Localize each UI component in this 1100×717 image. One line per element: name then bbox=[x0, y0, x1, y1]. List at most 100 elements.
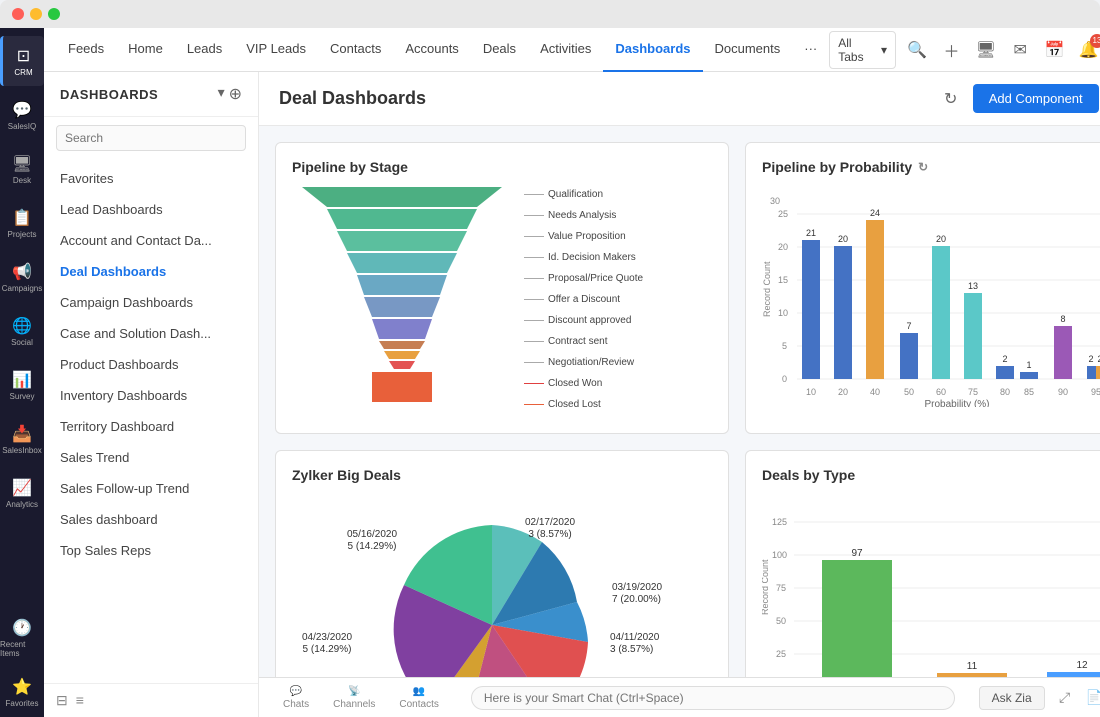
sidebar-list-view-button[interactable]: ≡ bbox=[76, 692, 84, 709]
maximize-button[interactable] bbox=[48, 8, 60, 20]
svg-text:11: 11 bbox=[967, 661, 978, 672]
sidebar-item-campaigns[interactable]: 📢 Campaigns bbox=[0, 252, 44, 302]
sidebar-search-input[interactable] bbox=[56, 125, 246, 151]
nav-dashboards[interactable]: Dashboards bbox=[603, 28, 702, 72]
sidebar-list: Favorites Lead Dashboards Account and Co… bbox=[44, 159, 258, 683]
svg-text:97: 97 bbox=[851, 548, 863, 559]
funnel-chart bbox=[292, 187, 512, 417]
close-button[interactable] bbox=[12, 8, 24, 20]
svg-text:20: 20 bbox=[778, 242, 788, 252]
svg-text:25: 25 bbox=[776, 649, 786, 659]
sidebar-footer: ⊟ ≡ bbox=[44, 683, 258, 717]
sidebar-item-recent[interactable]: 🕐 Recent Items bbox=[0, 613, 44, 663]
pipeline-by-probability-content: 0 5 10 15 20 25 30 Record Count bbox=[762, 187, 1100, 417]
mail-button[interactable]: ✉ bbox=[1007, 36, 1033, 64]
sidebar-item-crm[interactable]: ⊡ CRM bbox=[0, 36, 44, 86]
add-button[interactable]: ＋ bbox=[938, 36, 964, 64]
sidebar-item-favorites[interactable]: Favorites bbox=[44, 163, 258, 194]
sidebar-item-territory-dashboard[interactable]: Territory Dashboard bbox=[44, 411, 258, 442]
svg-text:7: 7 bbox=[906, 321, 911, 331]
bottom-right-icons: ⤢ 📄 ⬇ ✕ bbox=[1053, 686, 1100, 710]
sidebar-item-projects[interactable]: 📋 Projects bbox=[0, 198, 44, 248]
sidebar-item-sales-followup[interactable]: Sales Follow-up Trend bbox=[44, 473, 258, 504]
svg-text:50: 50 bbox=[776, 616, 786, 626]
svg-text:40: 40 bbox=[870, 387, 880, 397]
sidebar-item-sales-dashboard[interactable]: Sales dashboard bbox=[44, 504, 258, 535]
sidebar-item-inventory-dashboards[interactable]: Inventory Dashboards bbox=[44, 380, 258, 411]
svg-text:5: 5 bbox=[782, 341, 787, 351]
nav-home[interactable]: Home bbox=[116, 28, 175, 72]
sidebar-expand-button[interactable]: ▾ bbox=[218, 84, 225, 104]
nav-leads[interactable]: Leads bbox=[175, 28, 234, 72]
notifications-button[interactable]: 🔔 13 bbox=[1076, 36, 1100, 64]
desk-icon: 🖥 bbox=[12, 154, 32, 174]
refresh-button[interactable]: ↻ bbox=[937, 85, 965, 113]
svg-text:8: 8 bbox=[1060, 314, 1065, 324]
nav-accounts[interactable]: Accounts bbox=[393, 28, 470, 72]
sidebar-item-salesinbox[interactable]: 📥 SalesInbox bbox=[0, 414, 44, 464]
svg-text:24: 24 bbox=[870, 208, 880, 218]
sidebar-item-deal-dashboards[interactable]: Deal Dashboards bbox=[44, 256, 258, 287]
sidebar-item-case-solution[interactable]: Case and Solution Dash... bbox=[44, 318, 258, 349]
screen-share-button[interactable]: 🖥 bbox=[973, 36, 999, 64]
svg-text:04/11/2020: 04/11/2020 bbox=[610, 632, 660, 643]
svg-text:04/23/2020: 04/23/2020 bbox=[302, 632, 352, 643]
label-qualification: Qualification bbox=[524, 189, 643, 200]
svg-text:30: 30 bbox=[770, 196, 780, 206]
pipeline-by-stage-card: Pipeline by Stage bbox=[275, 142, 729, 434]
sidebar-item-campaign-dashboards[interactable]: Campaign Dashboards bbox=[44, 287, 258, 318]
sidebar-item-lead-dashboards[interactable]: Lead Dashboards bbox=[44, 194, 258, 225]
search-button[interactable]: 🔍 bbox=[904, 36, 930, 64]
nav-vip-leads[interactable]: VIP Leads bbox=[234, 28, 318, 72]
bottom-contacts-tab[interactable]: 👥 Contacts bbox=[391, 684, 446, 712]
svg-text:2: 2 bbox=[1002, 354, 1007, 364]
deals-by-type-chart: 0 25 50 75 100 125 Record Count bbox=[762, 495, 1100, 677]
sidebar-item-salesiq[interactable]: 💬 SalesIQ bbox=[0, 90, 44, 140]
top-navigation: Feeds Home Leads VIP Leads Contacts Acco… bbox=[44, 28, 1100, 72]
all-tabs-button[interactable]: All Tabs ▾ bbox=[829, 31, 896, 69]
smart-chat-input[interactable] bbox=[471, 686, 955, 710]
nav-contacts[interactable]: Contacts bbox=[318, 28, 393, 72]
sidebar-item-social[interactable]: 🌐 Social bbox=[0, 306, 44, 356]
sidebar-item-survey[interactable]: 📊 Survey bbox=[0, 360, 44, 410]
sidebar-item-favorites[interactable]: ⭐ Favorites bbox=[0, 667, 44, 717]
add-component-button[interactable]: Add Component bbox=[973, 84, 1099, 113]
minimize-button[interactable] bbox=[30, 8, 42, 20]
bottom-expand-icon[interactable]: ⤢ bbox=[1053, 686, 1077, 710]
svg-text:75: 75 bbox=[776, 583, 786, 593]
nav-feeds[interactable]: Feeds bbox=[56, 28, 116, 72]
nav-more[interactable]: ··· bbox=[792, 28, 829, 72]
calendar-button[interactable]: 📅 bbox=[1041, 36, 1067, 64]
bottom-chats-tab[interactable]: 💬 Chats bbox=[275, 684, 317, 712]
sidebar-collapse-button[interactable]: ⊟ bbox=[56, 692, 68, 709]
nav-deals[interactable]: Deals bbox=[471, 28, 528, 72]
svg-text:1: 1 bbox=[1026, 360, 1031, 370]
nav-documents[interactable]: Documents bbox=[703, 28, 793, 72]
sidebar-item-product-dashboards[interactable]: Product Dashboards bbox=[44, 349, 258, 380]
nav-right-actions: All Tabs ▾ 🔍 ＋ 🖥 ✉ 📅 🔔 13 ⚙ U bbox=[829, 31, 1100, 69]
sidebar-item-top-sales-reps[interactable]: Top Sales Reps bbox=[44, 535, 258, 566]
projects-icon: 📋 bbox=[12, 208, 32, 228]
svg-text:80: 80 bbox=[1000, 387, 1010, 397]
sidebar-item-analytics[interactable]: 📈 Analytics bbox=[0, 468, 44, 518]
svg-text:05/16/2020: 05/16/2020 bbox=[347, 529, 397, 540]
svg-text:10: 10 bbox=[806, 387, 816, 397]
ask-zia-button[interactable]: Ask Zia bbox=[979, 686, 1045, 710]
sidebar-item-account-contact[interactable]: Account and Contact Da... bbox=[44, 225, 258, 256]
bottom-channels-tab[interactable]: 📡 Channels bbox=[325, 684, 383, 712]
sidebar-item-desk[interactable]: 🖥 Desk bbox=[0, 144, 44, 194]
label-closed-won: Closed Won bbox=[524, 378, 643, 389]
label-negotiation: Negotiation/Review bbox=[524, 357, 643, 368]
probability-bar-chart: 0 5 10 15 20 25 30 Record Count bbox=[762, 187, 1100, 407]
icon-sidebar: ⊡ CRM 💬 SalesIQ 🖥 Desk 📋 Projects 📢 Camp… bbox=[0, 28, 44, 717]
label-discount: Offer a Discount bbox=[524, 294, 643, 305]
sidebar-add-button[interactable]: ⊕ bbox=[229, 84, 242, 104]
sidebar-title: DASHBOARDS bbox=[60, 87, 158, 102]
deals-by-type-content: 0 25 50 75 100 125 Record Count bbox=[762, 495, 1100, 677]
refresh-icon[interactable]: ↻ bbox=[918, 160, 928, 174]
dashboard-grid: Pipeline by Stage bbox=[259, 126, 1100, 677]
bottom-doc-icon[interactable]: 📄 bbox=[1083, 686, 1100, 710]
nav-activities[interactable]: Activities bbox=[528, 28, 603, 72]
svg-text:2: 2 bbox=[1088, 354, 1093, 364]
sidebar-item-sales-trend[interactable]: Sales Trend bbox=[44, 442, 258, 473]
